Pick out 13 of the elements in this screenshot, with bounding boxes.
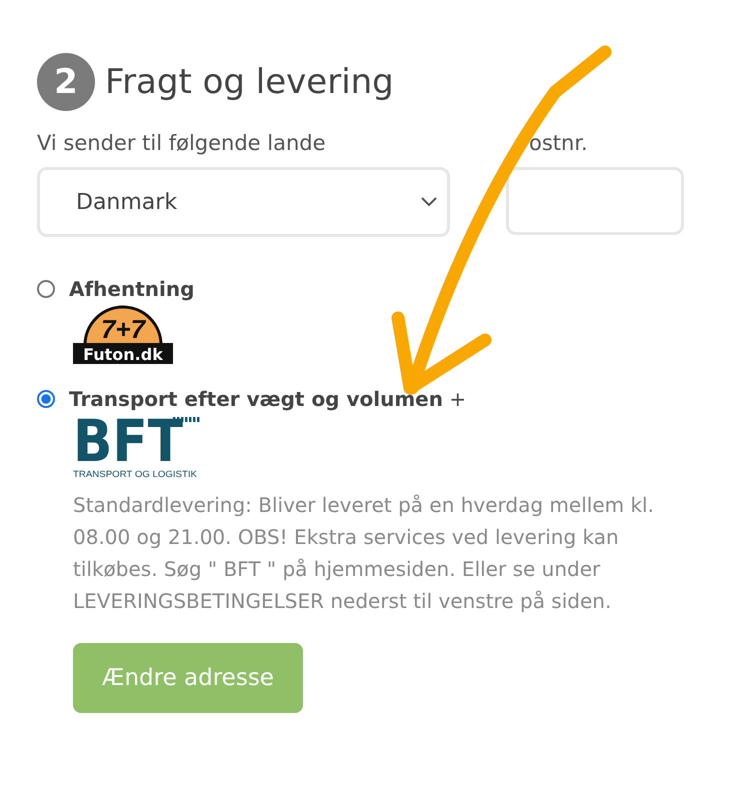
country-label: Vi sender til følgende lande	[37, 131, 327, 155]
postcode-label: ostnr.	[528, 131, 589, 155]
country-select[interactable]: Danmark	[37, 167, 450, 237]
delivery-description: Standardlevering: Bliver leveret på en hverdag mellem kl. 08.00 og 21.00. OBS! Ekstra services ved levering kan tilkøbes. Søg " BFT " på hjemmesiden. Eller se under LEVERINGSBETINGELSER nederst til venstre på siden.	[73, 492, 655, 615]
option-label: Afhentning	[69, 277, 194, 301]
step-number: 2	[37, 53, 95, 111]
section-title: Fragt og levering	[105, 62, 394, 102]
option-label: Transport efter vægt og volumen +	[69, 387, 466, 411]
postcode-field[interactable]	[506, 167, 684, 235]
chevron-icon	[421, 197, 437, 207]
radio-button[interactable]	[37, 390, 55, 408]
futon-logo: 7+7 Futon.dk	[73, 305, 173, 365]
radio-button[interactable]	[37, 280, 55, 298]
